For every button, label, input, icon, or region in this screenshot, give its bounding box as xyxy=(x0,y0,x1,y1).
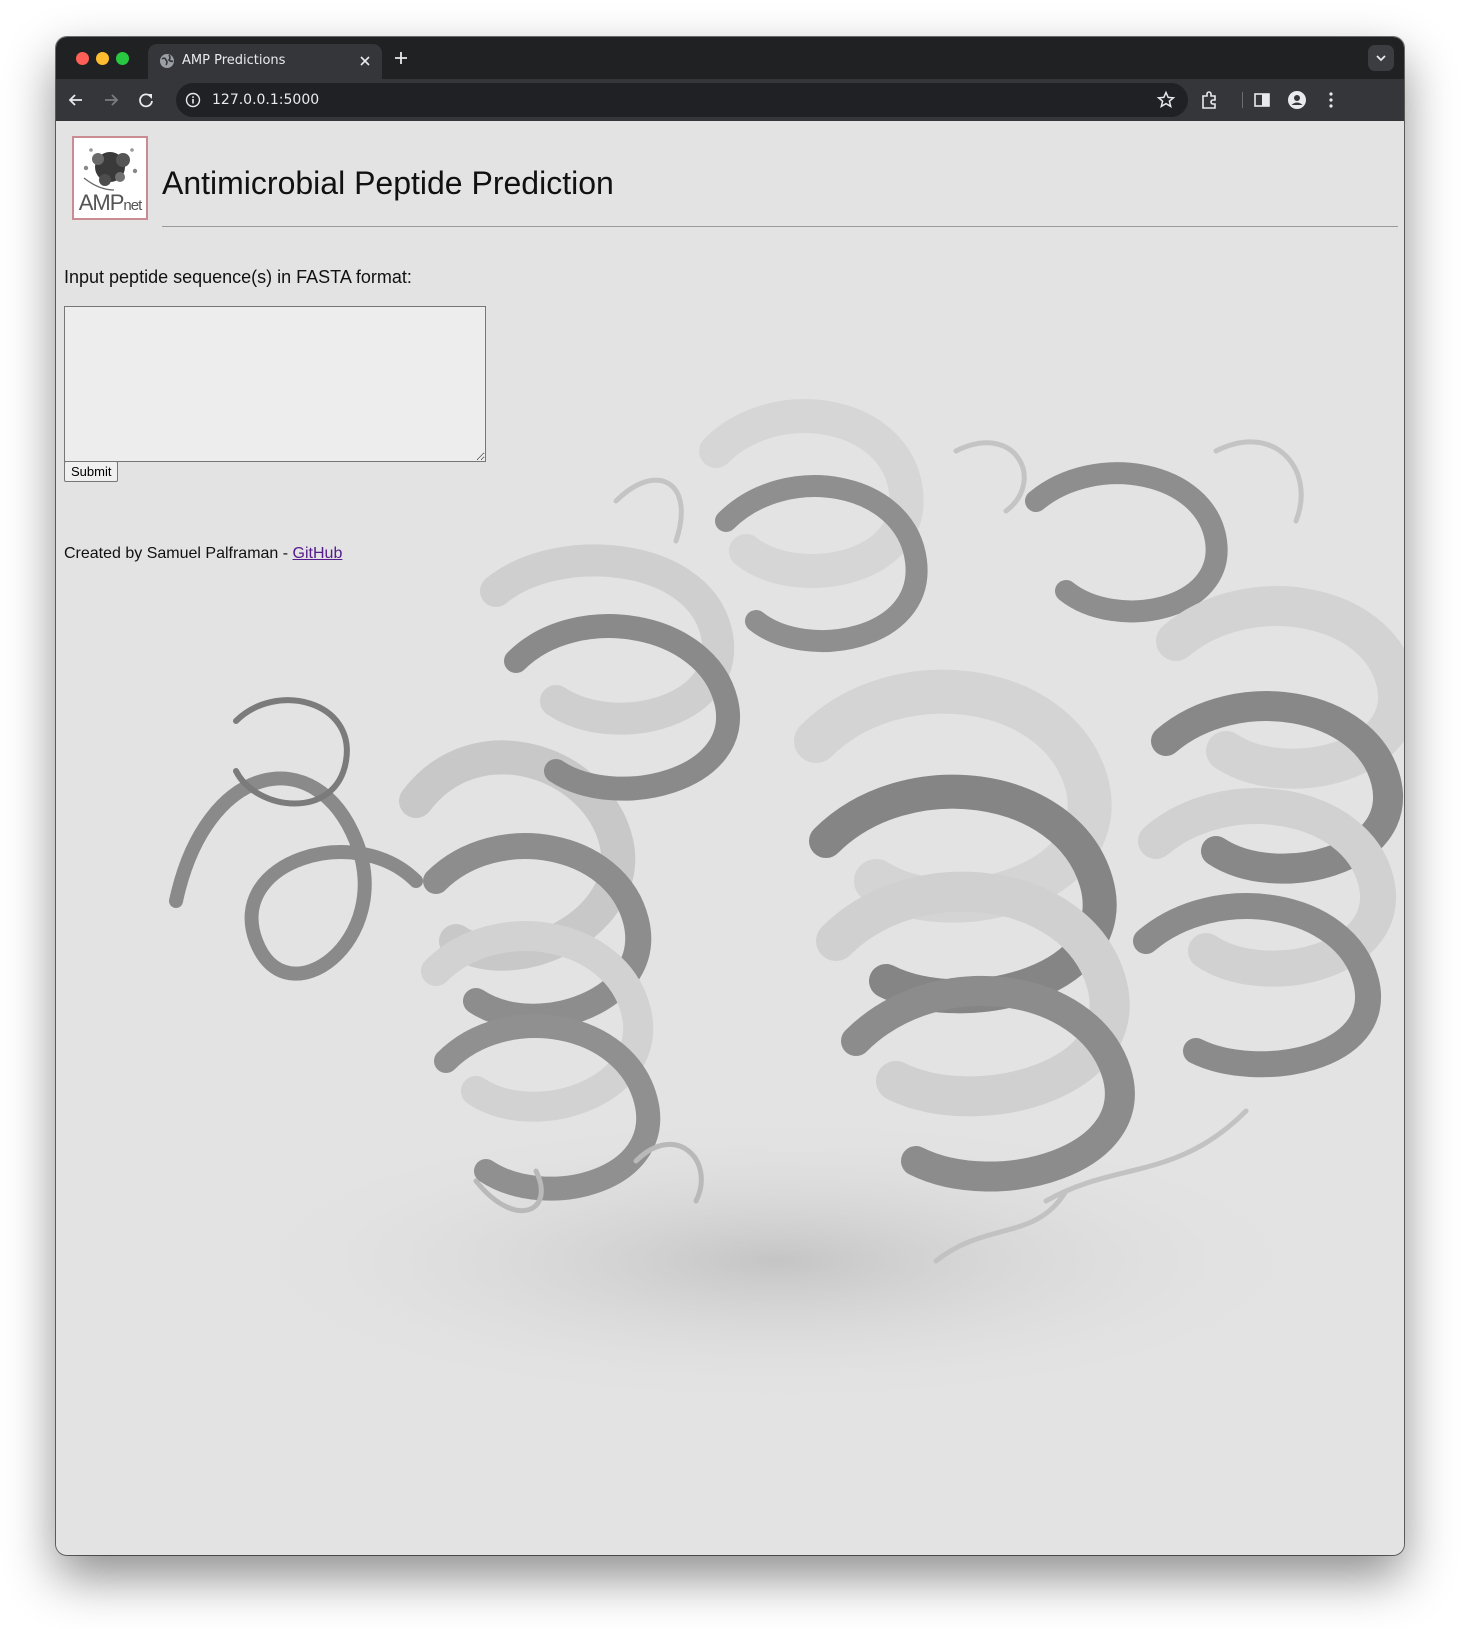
fasta-textarea[interactable] xyxy=(64,306,486,462)
tab-search-button[interactable] xyxy=(1368,45,1394,71)
ampnet-logo: AMPnet xyxy=(72,136,148,220)
github-link[interactable]: GitHub xyxy=(293,545,343,562)
address-bar[interactable]: 127.0.0.1:5000 xyxy=(176,83,1188,117)
info-icon[interactable] xyxy=(185,92,201,108)
page-title: Antimicrobial Peptide Prediction xyxy=(162,165,614,201)
globe-icon xyxy=(160,54,174,68)
maximize-window-button[interactable] xyxy=(116,52,129,65)
chevron-down-icon xyxy=(1376,55,1386,62)
close-icon[interactable] xyxy=(356,52,374,70)
extensions-icon[interactable] xyxy=(1199,89,1221,111)
footer: Created by Samuel Palframan - GitHub xyxy=(64,545,342,563)
toolbar-divider xyxy=(1242,92,1243,108)
title-divider xyxy=(162,226,1398,227)
browser-window: AMP Predictions 127.0.0.1:5000 AMPnet An… xyxy=(56,37,1404,1555)
close-window-button[interactable] xyxy=(76,52,89,65)
footer-credit: Created by Samuel Palframan - xyxy=(64,545,293,562)
more-menu-icon[interactable] xyxy=(1320,89,1342,111)
forward-arrow-icon[interactable] xyxy=(100,89,122,111)
plus-icon[interactable] xyxy=(391,48,411,68)
url-text: 127.0.0.1:5000 xyxy=(212,92,320,108)
profile-icon[interactable] xyxy=(1286,89,1308,111)
side-panel-icon[interactable] xyxy=(1251,89,1273,111)
tab-strip: AMP Predictions xyxy=(56,37,1404,79)
star-icon[interactable] xyxy=(1156,90,1176,110)
browser-toolbar: 127.0.0.1:5000 xyxy=(56,79,1404,121)
fasta-input-label: Input peptide sequence(s) in FASTA forma… xyxy=(64,267,412,287)
reload-icon[interactable] xyxy=(135,89,157,111)
submit-button[interactable]: Submit xyxy=(64,461,119,482)
back-arrow-icon[interactable] xyxy=(65,89,87,111)
logo-wordmark: AMPnet xyxy=(78,190,143,215)
tab-amp-predictions[interactable]: AMP Predictions xyxy=(148,44,382,79)
minimize-window-button[interactable] xyxy=(96,52,109,65)
page-content: AMPnet Antimicrobial Peptide Prediction … xyxy=(56,121,1404,1555)
tab-title: AMP Predictions xyxy=(182,53,286,68)
